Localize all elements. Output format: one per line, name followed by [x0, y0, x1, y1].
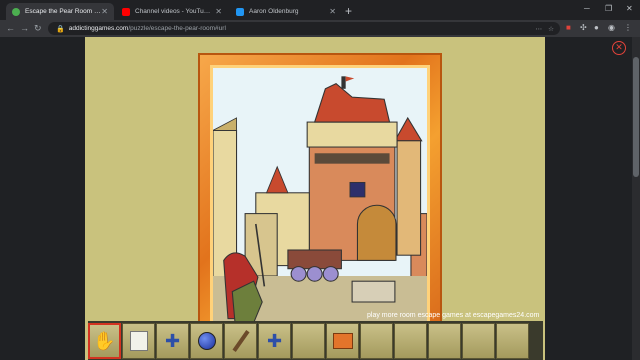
extension-badge-icon[interactable]: ■ — [566, 23, 571, 32]
inventory-slot-empty[interactable] — [292, 323, 325, 359]
browser-toolbar: ← → ↻ 🔒 addictinggames.com /puzzle/escap… — [0, 20, 640, 37]
castle-scene-image — [213, 68, 427, 328]
inventory-slot-hand[interactable]: ✋ — [88, 323, 121, 359]
inventory-slot-puzzle[interactable]: ✚ — [156, 323, 189, 359]
inventory-slot-puzzle-2[interactable]: ✚ — [258, 323, 291, 359]
promo-text[interactable]: play more room escape games at escapegam… — [367, 312, 539, 319]
new-tab-button[interactable]: + — [345, 4, 352, 18]
tab-aaron-oldenburg[interactable]: Aaron Oldenburg ✕ — [230, 3, 342, 20]
github-icon[interactable]: ● — [594, 23, 599, 32]
inventory-bar: ✋ ✚ ✚ — [88, 321, 543, 360]
puzzle-piece-icon: ✚ — [164, 330, 181, 351]
bookmark-star-icon[interactable]: ☆ — [548, 25, 554, 33]
profile-favicon-icon — [236, 7, 244, 16]
inventory-slot-empty[interactable] — [360, 323, 393, 359]
forward-icon[interactable]: → — [20, 23, 29, 33]
youtube-favicon-icon — [122, 7, 130, 16]
inventory-slot-empty[interactable] — [496, 323, 529, 359]
tab-title: Aaron Oldenburg — [249, 8, 299, 15]
lock-icon: 🔒 — [56, 25, 65, 33]
inventory-slot-gift[interactable] — [326, 323, 359, 359]
restore-icon[interactable]: ❐ — [605, 4, 612, 13]
inventory-slot-empty[interactable] — [462, 323, 495, 359]
close-tab-icon[interactable]: ✕ — [215, 7, 222, 16]
close-tab-icon[interactable]: ✕ — [101, 7, 108, 16]
hand-icon: ✋ — [93, 330, 116, 351]
paper-icon — [129, 331, 148, 351]
painting-frame[interactable] — [198, 53, 442, 343]
stick-icon — [231, 330, 250, 352]
url-host: addictinggames.com — [68, 25, 129, 32]
share-icon[interactable]: ⋯ — [536, 25, 543, 33]
minimize-icon[interactable]: ─ — [584, 4, 590, 13]
inventory-slot-empty[interactable] — [394, 323, 427, 359]
address-bar[interactable]: 🔒 addictinggames.com /puzzle/escape-the-… — [48, 22, 560, 35]
tab-title: Escape the Pear Room | Addicti — [25, 8, 101, 15]
profile-avatar-icon[interactable]: ◉ — [608, 23, 615, 32]
tab-title: Channel videos - YouTube Studio — [135, 8, 211, 15]
gift-box-icon — [332, 333, 353, 349]
close-window-icon[interactable]: ✕ — [626, 4, 633, 13]
page-scrollbar[interactable] — [632, 37, 640, 360]
castle-painting[interactable] — [210, 65, 430, 331]
close-tab-icon[interactable]: ✕ — [329, 7, 336, 16]
inventory-slot-empty[interactable] — [428, 323, 461, 359]
addictinggames-favicon-icon — [12, 7, 20, 16]
menu-kebab-icon[interactable]: ⋮ — [624, 23, 632, 32]
back-icon[interactable]: ← — [6, 23, 15, 33]
tab-youtube-studio[interactable]: Channel videos - YouTube Studio ✕ — [116, 3, 228, 20]
reload-icon[interactable]: ↻ — [34, 23, 42, 34]
inventory-slot-paper[interactable] — [122, 323, 155, 359]
scrollbar-thumb[interactable] — [633, 57, 639, 177]
close-game-icon[interactable]: ✕ — [612, 41, 626, 55]
inventory-slot-ornament[interactable] — [190, 323, 223, 359]
tab-escape-pear-room[interactable]: Escape the Pear Room | Addicti ✕ — [6, 3, 114, 20]
tab-bar: Escape the Pear Room | Addicti ✕ Channel… — [0, 0, 640, 20]
inventory-slot-stick[interactable] — [224, 323, 257, 359]
page-content: ✕ play more room escape games at escapeg… — [0, 37, 640, 360]
url-path: /puzzle/escape-the-pear-room#url — [128, 25, 226, 32]
extensions-puzzle-icon[interactable]: ✣ — [580, 23, 587, 32]
puzzle-piece-icon: ✚ — [266, 330, 283, 351]
ornament-ball-icon — [197, 332, 216, 350]
